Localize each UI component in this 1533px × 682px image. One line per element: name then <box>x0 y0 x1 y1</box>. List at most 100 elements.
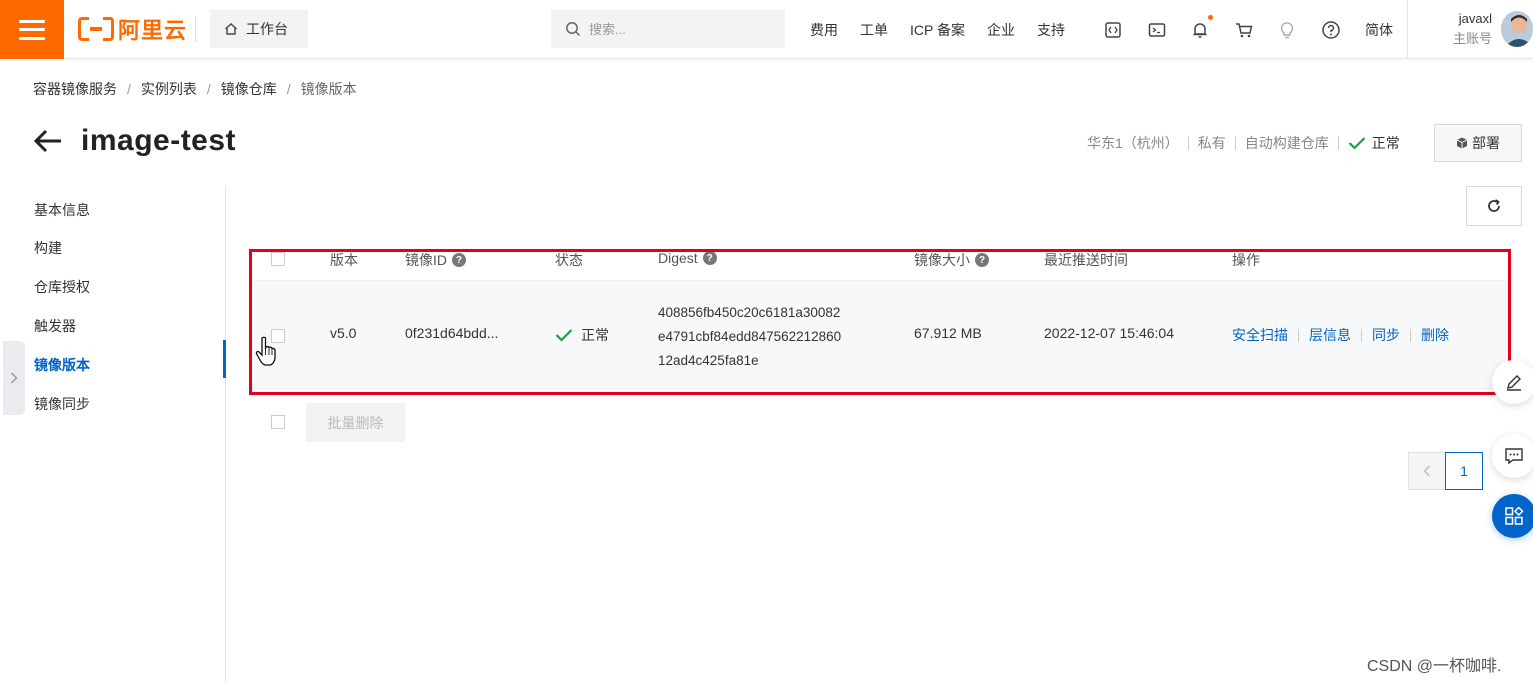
watermark: CSDN @一杯咖啡. <box>1367 658 1502 675</box>
cell-status: 正常 <box>555 325 609 345</box>
breadcrumb-item[interactable]: 实例列表 <box>141 79 197 99</box>
cell-size: 67.912 MB <box>914 325 982 341</box>
search-input[interactable] <box>589 21 769 37</box>
home-icon <box>225 23 237 35</box>
top-nav-links: 费用 工单 ICP 备案 企业 支持 <box>810 0 1087 59</box>
code-icon[interactable] <box>1102 19 1124 41</box>
column-header-digest: Digest? <box>658 250 717 266</box>
brand-name: 阿里云 <box>118 18 188 43</box>
chat-icon <box>1505 448 1523 465</box>
divider <box>1234 136 1236 150</box>
batch-select-checkbox[interactable] <box>271 415 285 429</box>
check-icon <box>1348 137 1366 150</box>
sidebar: 基本信息 构建 仓库授权 触发器 镜像版本 镜像同步 <box>0 186 226 682</box>
avatar[interactable] <box>1501 11 1533 47</box>
nav-link-billing[interactable]: 费用 <box>810 20 838 40</box>
sidebar-item-image-versions[interactable]: 镜像版本 <box>34 355 90 375</box>
sync-link[interactable]: 同步 <box>1372 325 1400 345</box>
help-icon[interactable]: ? <box>452 253 466 267</box>
top-bar: 阿里云 工作台 费用 工单 ICP 备案 企业 支持 <box>0 0 1533 59</box>
user-menu[interactable]: javaxl 主账号 <box>1440 10 1492 50</box>
sidebar-item-image-sync[interactable]: 镜像同步 <box>34 394 90 414</box>
repo-meta: 华东1（杭州） 私有 自动构建仓库 正常 <box>1087 133 1400 153</box>
sidebar-item-triggers[interactable]: 触发器 <box>34 316 76 336</box>
divider <box>195 16 196 42</box>
hand-cursor-icon <box>255 336 276 366</box>
global-search[interactable] <box>551 10 785 48</box>
divider <box>1298 328 1299 342</box>
page-title: image-test <box>81 124 237 157</box>
column-header-actions: 操作 <box>1232 252 1260 268</box>
terminal-icon[interactable] <box>1146 19 1168 41</box>
page-header: image-test <box>33 124 236 158</box>
refresh-button[interactable] <box>1466 186 1522 226</box>
breadcrumb-separator: / <box>206 81 211 97</box>
user-role: 主账号 <box>1452 31 1492 46</box>
breadcrumb-separator: / <box>127 81 131 97</box>
cell-digest: 408856fb450c20c6181a30082 e4791cbf84edd8… <box>658 301 841 373</box>
column-header-version: 版本 <box>330 252 358 268</box>
sidebar-item-authorization[interactable]: 仓库授权 <box>34 277 90 297</box>
cube-icon <box>1456 137 1468 149</box>
divider <box>1407 0 1408 59</box>
menu-icon <box>19 19 45 40</box>
delete-link[interactable]: 删除 <box>1421 325 1449 345</box>
divider <box>1361 328 1362 342</box>
nav-link-tickets[interactable]: 工单 <box>860 20 888 40</box>
repo-visibility: 私有 <box>1197 135 1226 151</box>
cell-pushed-at: 2022-12-07 15:46:04 <box>1044 325 1174 341</box>
column-header-pushed-at: 最近推送时间 <box>1044 252 1128 268</box>
nav-link-enterprise[interactable]: 企业 <box>987 20 1015 40</box>
select-all-checkbox[interactable] <box>271 252 285 266</box>
nav-link-support[interactable]: 支持 <box>1037 20 1065 40</box>
repo-region: 华东1（杭州） <box>1087 135 1179 151</box>
digest-line: e4791cbf84edd847562212860 <box>658 329 842 344</box>
digest-line: 408856fb450c20c6181a30082 <box>658 305 841 320</box>
aliyun-logo[interactable]: 阿里云 <box>78 14 187 44</box>
sidebar-collapse-toggle[interactable] <box>3 341 25 415</box>
search-icon <box>566 22 581 37</box>
help-icon[interactable]: ? <box>702 251 717 265</box>
pagination-page-1[interactable]: 1 <box>1445 452 1483 490</box>
help-icon[interactable] <box>1320 19 1342 41</box>
apps-button[interactable] <box>1492 494 1533 538</box>
cart-icon[interactable] <box>1233 19 1255 41</box>
notification-dot <box>1208 14 1213 20</box>
column-header-status: 状态 <box>555 252 583 268</box>
apps-icon <box>1505 506 1524 525</box>
chevron-left-icon <box>1423 465 1430 477</box>
deploy-button[interactable]: 部署 <box>1434 124 1522 162</box>
nav-link-icp[interactable]: ICP 备案 <box>910 20 965 40</box>
language-switch[interactable]: 简体 <box>1365 20 1393 40</box>
edit-icon <box>1507 375 1521 391</box>
hamburger-menu-button[interactable] <box>0 0 64 59</box>
breadcrumb: 容器镜像服务 / 实例列表 / 镜像仓库 / 镜像版本 <box>33 79 357 99</box>
layer-info-link[interactable]: 层信息 <box>1309 325 1351 345</box>
chat-button[interactable] <box>1492 434 1533 478</box>
breadcrumb-separator: / <box>286 81 291 97</box>
user-name: javaxl <box>1458 11 1492 26</box>
lightbulb-icon[interactable] <box>1276 19 1298 41</box>
back-arrow-icon[interactable] <box>33 128 63 154</box>
aliyun-logo-icon <box>78 17 114 41</box>
pagination-prev-button[interactable] <box>1408 452 1446 490</box>
breadcrumb-item[interactable]: 容器镜像服务 <box>33 79 117 99</box>
column-header-image-id: 镜像ID? <box>405 250 466 270</box>
help-icon[interactable]: ? <box>975 253 989 267</box>
repo-status: 正常 <box>1371 135 1400 151</box>
batch-delete-button[interactable]: 批量删除 <box>306 403 405 442</box>
sidebar-item-basic-info[interactable]: 基本信息 <box>34 200 90 220</box>
workbench-button[interactable]: 工作台 <box>210 10 308 48</box>
breadcrumb-item[interactable]: 镜像仓库 <box>221 79 277 99</box>
repo-build-type: 自动构建仓库 <box>1244 135 1329 151</box>
refresh-icon <box>1488 199 1500 212</box>
security-scan-link[interactable]: 安全扫描 <box>1232 325 1288 345</box>
divider <box>1187 136 1189 150</box>
feedback-edit-button[interactable] <box>1492 360 1533 404</box>
status-text: 正常 <box>581 327 609 343</box>
digest-line: 12ad4c425fa81e <box>658 353 759 368</box>
bell-icon[interactable] <box>1189 14 1213 41</box>
sidebar-item-build[interactable]: 构建 <box>34 238 62 258</box>
divider <box>1410 328 1411 342</box>
chevron-right-icon <box>11 372 18 384</box>
